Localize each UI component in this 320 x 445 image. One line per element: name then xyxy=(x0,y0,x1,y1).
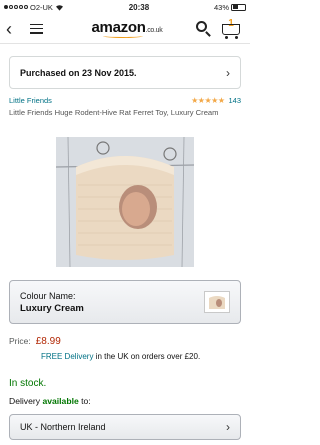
availability-suffix: to: xyxy=(78,396,91,406)
free-delivery-link[interactable]: FREE Delivery xyxy=(41,352,93,361)
price-value: £8.99 xyxy=(35,336,61,347)
nav-bar: ‹ amazon.co.uk 1 xyxy=(0,14,250,44)
product-title: Little Friends Huge Rodent-Hive Rat Ferr… xyxy=(9,108,219,117)
price-row: Price: £8.99 xyxy=(9,336,61,347)
status-right: 43% xyxy=(214,3,246,12)
battery-percent: 43% xyxy=(213,2,229,12)
purchased-text: Purchased on 23 Nov 2015. xyxy=(20,67,137,78)
amazon-logo[interactable]: amazon.co.uk xyxy=(60,20,194,38)
purchased-banner[interactable]: Purchased on 23 Nov 2015. › xyxy=(9,56,241,89)
wifi-icon xyxy=(55,4,63,11)
stock-status: In stock. xyxy=(9,378,47,389)
battery-fill xyxy=(232,5,238,9)
chevron-right-icon: › xyxy=(226,65,230,80)
status-time: 20:38 xyxy=(128,2,150,12)
rating[interactable]: ★★★★★ 143 xyxy=(191,96,241,105)
brand-rating-row: Little Friends ★★★★★ 143 xyxy=(9,96,241,105)
cart-icon[interactable]: 1 xyxy=(220,18,244,40)
colour-text: Colour Name: Luxury Cream xyxy=(20,291,204,314)
carrier-name: O2-UK xyxy=(30,2,53,12)
search-icon[interactable] xyxy=(194,19,214,39)
brand-link[interactable]: Little Friends xyxy=(9,96,52,105)
availability-highlight: available xyxy=(42,396,79,406)
battery-icon xyxy=(231,3,246,11)
colour-label: Colour Name: xyxy=(20,290,76,301)
region-value: UK - Northern Ireland xyxy=(20,422,106,432)
colour-value: Luxury Cream xyxy=(20,302,84,314)
logo-smile-icon xyxy=(103,34,143,38)
price-label: Price: xyxy=(9,336,31,346)
logo-main-text: amazon xyxy=(91,18,146,36)
back-chevron-icon[interactable]: ‹ xyxy=(6,20,24,38)
product-image[interactable] xyxy=(56,137,194,267)
availability-text: Delivery available to: xyxy=(9,396,91,406)
availability-prefix: Delivery xyxy=(9,396,43,406)
status-bar: O2-UK 20:38 43% xyxy=(0,0,250,14)
hamburger-menu-icon[interactable] xyxy=(30,22,52,36)
logo-suffix-text: .co.uk xyxy=(145,26,163,34)
colour-thumbnail-image xyxy=(209,296,225,309)
delivery-info: FREE Delivery in the UK on orders over £… xyxy=(41,352,200,361)
delivery-details: in the UK on orders over £20. xyxy=(93,352,201,361)
rating-count[interactable]: 143 xyxy=(228,96,241,105)
star-rating-icon: ★★★★★ xyxy=(191,96,225,105)
signal-strength-icon xyxy=(4,5,28,9)
chevron-right-icon: › xyxy=(226,420,230,434)
colour-selector[interactable]: Colour Name: Luxury Cream xyxy=(9,280,241,324)
colour-thumbnail xyxy=(204,291,230,313)
status-left: O2-UK xyxy=(4,3,64,12)
product-page: O2-UK 20:38 43% ‹ amazon.co.uk 1 Purchas… xyxy=(0,0,250,445)
region-selector[interactable]: UK - Northern Ireland › xyxy=(9,414,241,440)
